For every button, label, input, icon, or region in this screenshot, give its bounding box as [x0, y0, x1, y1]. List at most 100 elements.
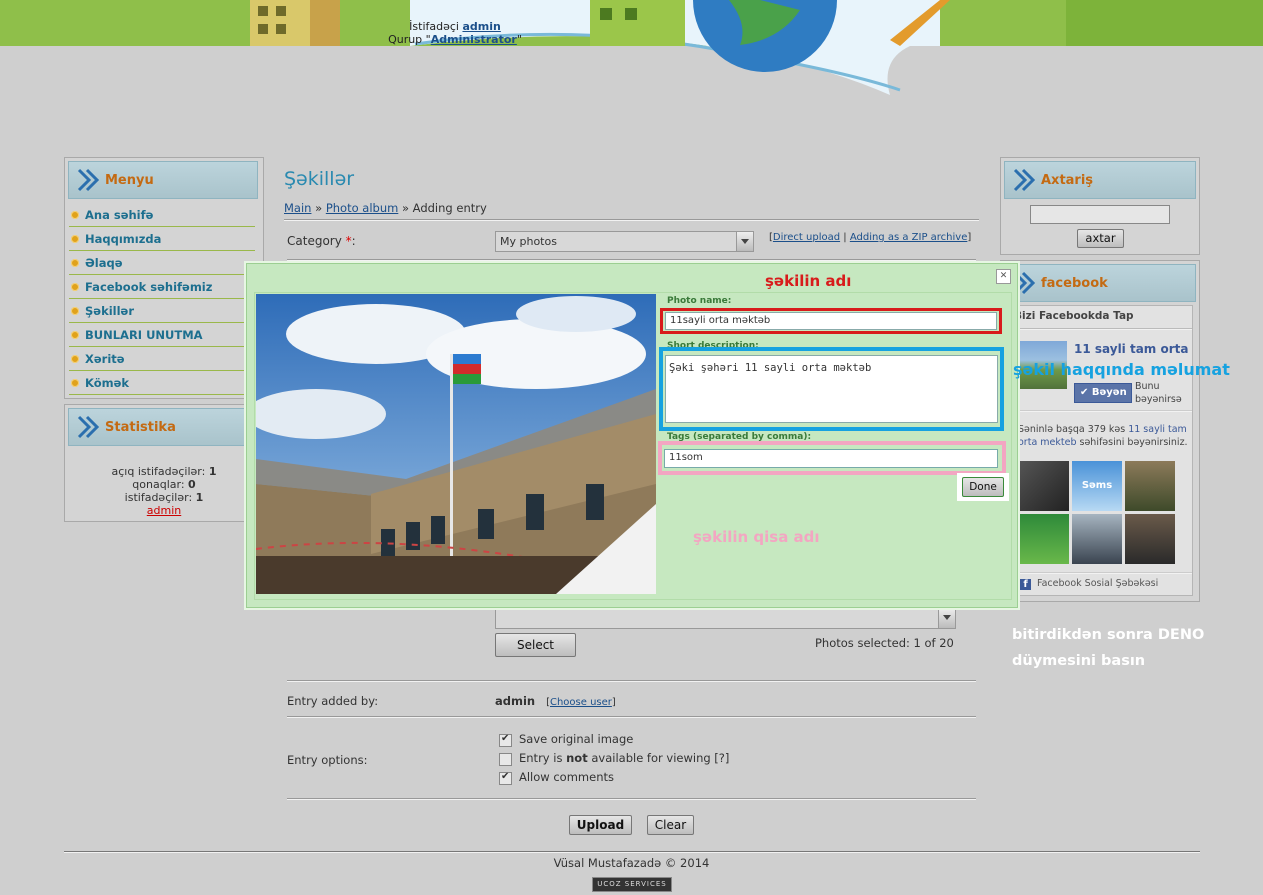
menu-item-facebook[interactable]: Facebook səhifəmiz — [69, 276, 255, 299]
search-block-header: Axtariş — [1004, 161, 1196, 199]
search-button[interactable]: axtar — [1077, 229, 1124, 248]
annotation-done-hint-1: bitirdikdən sonra DENO — [1012, 627, 1205, 643]
fb-like-note-1: Bunu — [1135, 381, 1160, 392]
category-select[interactable]: My photos — [495, 231, 754, 252]
bullet-icon — [71, 355, 79, 363]
double-chevron-icon — [77, 168, 100, 192]
user-prefix: İstifadəçi — [409, 20, 459, 33]
menu-block: Menyu Ana səhifə Haqqımızda Əlaqə Facebo… — [64, 157, 264, 399]
annotation-description: şəkil haqqında məlumat — [1013, 360, 1230, 379]
photos-selected: Photos selected: 1 of 20 — [815, 636, 954, 650]
fb-like-note: Bunu bəyənirsə — [1135, 380, 1182, 406]
menu-item-about[interactable]: Haqqımızda — [69, 228, 255, 251]
stats-user-link[interactable]: admin — [147, 504, 181, 517]
entry-added-by: admin [Choose user] — [495, 694, 616, 708]
tags-input[interactable]: 11som — [664, 449, 998, 468]
fb-fan-avatar[interactable] — [1019, 461, 1069, 511]
ucoz-badge[interactable]: UCOZ SERVICES — [592, 877, 672, 892]
fb-fan-avatar[interactable] — [1125, 461, 1175, 511]
divider — [1014, 410, 1192, 412]
menu-link[interactable]: Xəritə — [85, 352, 125, 366]
not-available-post: available for viewing [?] — [587, 751, 730, 765]
menu-link[interactable]: Haqqımızda — [85, 232, 161, 246]
search-input[interactable] — [1030, 205, 1170, 224]
category-colon: : — [351, 234, 356, 248]
fb-like-label: Bəyən — [1091, 387, 1127, 398]
menu-item-contact[interactable]: Əlaqə — [69, 252, 255, 275]
double-chevron-icon — [1013, 168, 1036, 192]
fb-fan-avatar[interactable] — [1072, 514, 1122, 564]
upload-mode-links: [Direct upload | Adding as a ZIP archive… — [769, 232, 972, 243]
divider — [287, 680, 976, 682]
close-icon[interactable]: ✕ — [996, 269, 1011, 284]
annotation-tags: şəkilin qisa adı — [693, 528, 820, 546]
fb-count-post: səhifəsini bəyənirsiniz. — [1076, 437, 1188, 448]
double-chevron-icon — [77, 415, 100, 439]
not-available-checkbox[interactable] — [499, 753, 512, 766]
menu-link[interactable]: Ana səhifə — [85, 208, 153, 222]
facebook-like-box: Bizi Facebookda Tap 11 sayli tam orta mə… — [1013, 305, 1193, 596]
fb-count-text: Səninlə başqa 379 kəs 11 sayli tam orta … — [1018, 423, 1191, 449]
header-group-link[interactable]: Administrator — [431, 33, 517, 46]
select-button[interactable]: Select — [495, 633, 576, 657]
stats-online-value: 1 — [208, 465, 217, 478]
menu-link[interactable]: Facebook səhifəmiz — [85, 280, 212, 294]
allow-comments-checkbox[interactable] — [499, 771, 512, 785]
divider — [287, 798, 976, 800]
menu-link[interactable]: BUNLARI UNUTMA — [85, 328, 203, 342]
group-suffix: " — [516, 33, 522, 46]
fb-fan-avatar[interactable] — [1125, 514, 1175, 564]
divider — [287, 259, 976, 261]
facebook-icon: f — [1020, 579, 1031, 590]
header-user-link[interactable]: admin — [462, 20, 500, 33]
entry-added-by-label: Entry added by: — [287, 694, 379, 708]
search-block: Axtariş axtar — [1000, 157, 1200, 255]
menu-link[interactable]: Əlaqə — [85, 256, 123, 270]
menu-link[interactable]: Kömək — [85, 376, 129, 390]
stats-users-label: istifadəçilər: — [124, 491, 193, 504]
photo-list-scroll[interactable] — [495, 607, 956, 629]
search-title: Axtariş — [1041, 173, 1094, 188]
menu-block-header: Menyu — [68, 161, 258, 199]
stats-users-value: 1 — [195, 491, 204, 504]
breadcrumb-main[interactable]: Main — [284, 201, 311, 215]
zip-archive-link[interactable]: Adding as a ZIP archive — [850, 232, 968, 243]
annotation-done-hint: bitirdikdən sonra DENO düymesini basın — [1012, 622, 1204, 674]
stats-content: açıq istifadəçilər: 1 qonaqlar: 0 istifa… — [65, 465, 263, 517]
group-prefix: Qurup " — [388, 33, 431, 46]
fb-page-name[interactable]: 11 sayli tam orta məktəb — [1074, 342, 1189, 356]
fb-footer: Facebook Sosial Şəbəkəsi — [1037, 578, 1159, 589]
menu-item-map[interactable]: Xəritə — [69, 348, 255, 371]
breadcrumb-sep: » — [401, 201, 410, 215]
bullet-icon — [71, 307, 79, 315]
photo-name-input[interactable]: 11sayli orta məktəb — [665, 312, 997, 330]
menu-item-home[interactable]: Ana səhifə — [69, 204, 255, 227]
header-user-info: İstifadəçi admin Qurup "Administrator" — [340, 20, 570, 46]
entry-options-label: Entry options: — [287, 753, 368, 767]
fb-fan-avatar[interactable] — [1019, 514, 1069, 564]
breadcrumb-album[interactable]: Photo album — [326, 201, 399, 215]
menu-item-photos[interactable]: Şəkillər — [69, 300, 255, 323]
done-button[interactable]: Done — [962, 477, 1004, 497]
fb-friend-label: Səms — [1081, 480, 1113, 491]
menu-link[interactable]: Şəkillər — [85, 304, 134, 318]
upload-button[interactable]: Upload — [569, 815, 632, 835]
header-artwork — [240, 0, 950, 95]
fb-fan-avatar[interactable]: Səms — [1072, 461, 1122, 511]
breadcrumb-current: Adding entry — [412, 201, 487, 215]
short-description-textarea[interactable]: Şəki şəhəri 11 sayli orta məktəb — [665, 355, 998, 423]
choose-user-link[interactable]: Choose user — [550, 697, 612, 708]
menu-item-help[interactable]: Kömək — [69, 372, 255, 395]
thumbs-up-icon: ✔ — [1080, 387, 1089, 398]
menu-item-dont-forget[interactable]: BUNLARI UNUTMA — [69, 324, 255, 347]
stats-title: Statistika — [105, 420, 176, 435]
fb-count-pre: Səninlə başqa 379 kəs — [1018, 424, 1129, 435]
clear-button[interactable]: Clear — [647, 815, 694, 835]
bullet-icon — [71, 235, 79, 243]
breadcrumb: Main » Photo album » Adding entry — [284, 201, 487, 215]
save-original-checkbox[interactable] — [499, 733, 512, 747]
stats-block: Statistika açıq istifadəçilər: 1 qonaqla… — [64, 404, 264, 522]
direct-upload-link[interactable]: Direct upload — [773, 232, 840, 243]
fb-like-button[interactable]: ✔ Bəyən — [1074, 383, 1132, 403]
page-title: Şəkillər — [284, 168, 355, 190]
